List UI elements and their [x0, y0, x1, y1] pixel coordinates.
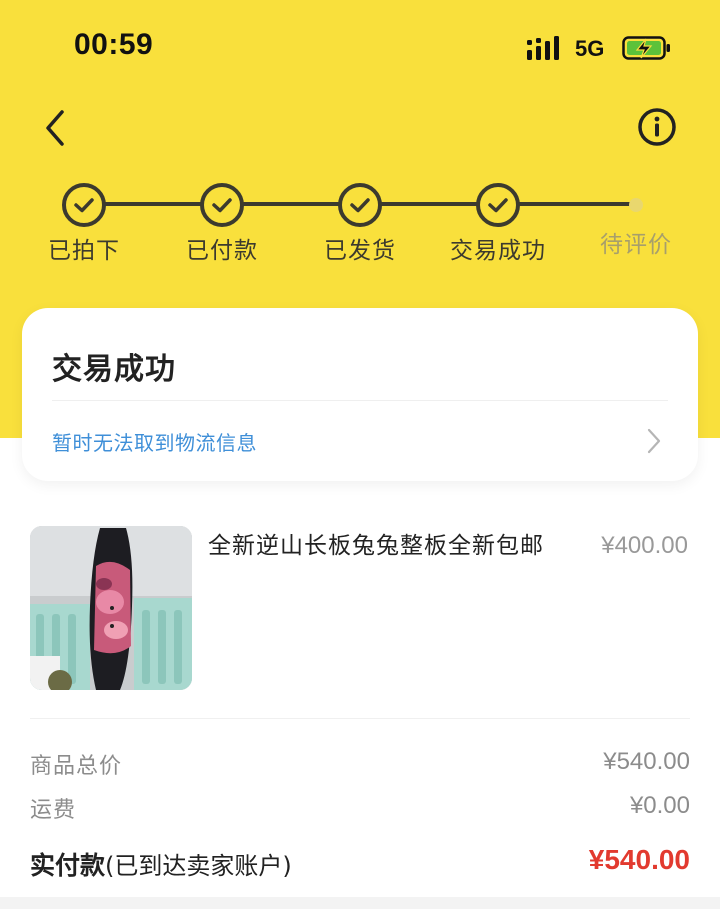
- battery-charging-icon: [622, 36, 670, 60]
- progress-step-shipped: 已发货: [291, 180, 429, 265]
- bottom-section-divider: [0, 897, 720, 909]
- paid-label: 实付款(已到达卖家账户): [30, 846, 292, 882]
- progress-step-paid: 已付款: [153, 180, 291, 265]
- step-check-circle: [476, 183, 520, 227]
- product-image: [30, 526, 192, 690]
- paid-amount-value: ¥540.00: [588, 844, 690, 875]
- signal-strength-icon: [527, 36, 559, 60]
- logistics-info-row[interactable]: 暂时无法取到物流信息: [22, 401, 698, 481]
- order-progress: 已拍下 已付款 已发货 交易成功 待评价: [0, 180, 720, 270]
- step-check-circle: [200, 183, 244, 227]
- paid-label-note: (已到达卖家账户): [105, 852, 292, 880]
- step-check-circle: [62, 183, 106, 227]
- step-label: 待评价: [600, 232, 672, 258]
- goods-total-value: ¥540.00: [603, 748, 690, 775]
- divider: [30, 718, 690, 719]
- product-title: 全新逆山长板兔兔整板全新包邮: [208, 533, 544, 559]
- product-price: ¥400.00: [601, 532, 688, 559]
- shipping-row: 运费 ¥0.00: [30, 792, 690, 823]
- step-label: 已发货: [324, 238, 396, 264]
- network-type: 5G: [575, 36, 605, 61]
- status-bar: 00:59 5G: [0, 0, 720, 90]
- order-status-card: 交易成功 暂时无法取到物流信息: [22, 308, 698, 481]
- chevron-left-icon: [46, 110, 64, 146]
- step-check-circle: [338, 183, 382, 227]
- info-circle-icon: [638, 108, 676, 146]
- logistics-info-text: 暂时无法取到物流信息: [52, 431, 257, 455]
- shipping-label: 运费: [30, 798, 77, 823]
- check-icon: [488, 198, 508, 213]
- step-label: 已付款: [186, 238, 258, 264]
- goods-total-label: 商品总价: [30, 754, 123, 779]
- step-pending-dot: [629, 198, 643, 212]
- step-label: 已拍下: [48, 238, 120, 264]
- paid-amount-row: 实付款(已到达卖家账户) ¥540.00: [30, 844, 690, 882]
- check-icon: [212, 198, 232, 213]
- goods-total-row: 商品总价 ¥540.00: [30, 748, 690, 779]
- progress-step-ordered: 已拍下: [15, 180, 153, 265]
- status-time: 00:59: [74, 28, 154, 61]
- check-icon: [350, 198, 370, 213]
- paid-label-main: 实付款: [30, 851, 106, 880]
- product-item[interactable]: 全新逆山长板兔兔整板全新包邮 ¥400.00: [30, 526, 690, 690]
- info-button[interactable]: [637, 107, 677, 147]
- progress-step-completed: 交易成功: [429, 180, 567, 265]
- check-icon: [74, 198, 94, 213]
- order-status-title: 交易成功: [52, 352, 176, 387]
- chevron-right-icon: [647, 428, 661, 454]
- shipping-value: ¥0.00: [629, 792, 690, 819]
- back-button[interactable]: [38, 106, 74, 150]
- step-label: 交易成功: [450, 238, 546, 264]
- progress-step-to-review: 待评价: [567, 180, 705, 259]
